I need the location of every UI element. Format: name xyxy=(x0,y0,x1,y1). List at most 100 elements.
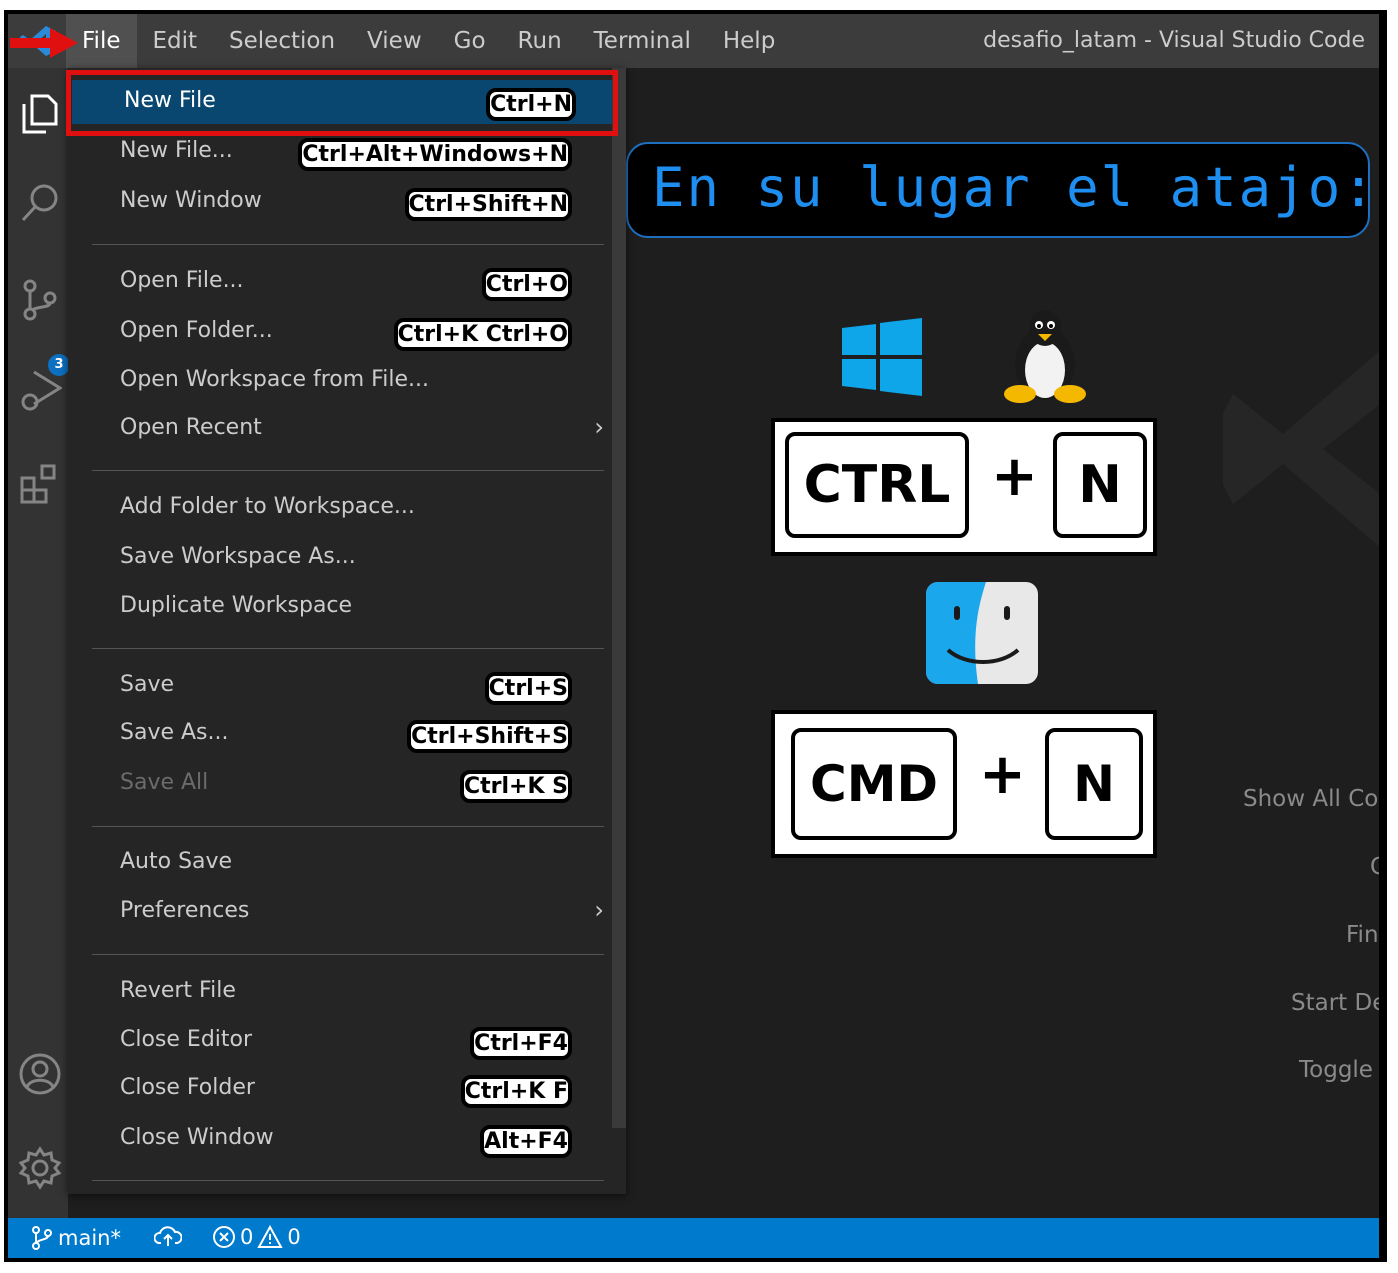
linux-penguin-icon xyxy=(1004,310,1086,403)
menu-item-label: Duplicate Workspace xyxy=(120,593,353,618)
menu-separator xyxy=(92,470,604,471)
menu-run[interactable]: Run xyxy=(502,14,578,68)
menu-item-shortcut: Ctrl+O xyxy=(481,268,572,301)
menu-item-label: Close Editor xyxy=(120,1027,253,1052)
menu-duplicate-workspace[interactable]: Duplicate Workspace xyxy=(68,585,608,629)
n-key: N xyxy=(1053,432,1147,538)
menu-close-folder[interactable]: Close Folder Ctrl+K F xyxy=(68,1067,608,1111)
branch-indicator[interactable]: main* xyxy=(30,1225,121,1251)
menu-edit[interactable]: Edit xyxy=(137,14,214,68)
menu-save[interactable]: Save Ctrl+S xyxy=(68,664,608,708)
new-file-highlight xyxy=(66,70,618,136)
menu-close-editor[interactable]: Close Editor Ctrl+F4 xyxy=(68,1019,608,1063)
menu-item-label: Open Recent xyxy=(120,415,262,440)
menu-item-label: Close Window xyxy=(120,1125,274,1150)
activity-bar: 3 xyxy=(8,68,70,1218)
git-branch-icon xyxy=(32,1226,52,1250)
menu-item-shortcut: Ctrl+F4 xyxy=(470,1027,572,1060)
menu-help[interactable]: Help xyxy=(707,14,791,68)
menu-add-folder[interactable]: Add Folder to Workspace... xyxy=(68,486,608,530)
cmd-key: CMD xyxy=(791,728,957,840)
menu-item-shortcut: Ctrl+Alt+Windows+N xyxy=(298,138,572,171)
run-debug-icon[interactable] xyxy=(18,368,62,412)
menu-view[interactable]: View xyxy=(351,14,438,68)
menu-preferences[interactable]: Preferences › xyxy=(68,890,608,934)
menu-item-label: Revert File xyxy=(120,978,236,1003)
menu-item-label: Preferences xyxy=(120,898,250,923)
menu-open-folder[interactable]: Open Folder... Ctrl+K Ctrl+O xyxy=(68,310,608,354)
menu-separator xyxy=(92,954,604,955)
menu-save-workspace-as[interactable]: Save Workspace As... xyxy=(68,536,608,580)
red-arrow-annotation xyxy=(10,28,78,58)
menu-item-label: New File... xyxy=(120,138,233,163)
menu-item-shortcut: Ctrl+S xyxy=(484,672,572,705)
menu-new-file-dots[interactable]: New File... Ctrl+Alt+Windows+N xyxy=(68,130,608,174)
welcome-toggle[interactable]: Toggle xyxy=(1299,1057,1373,1083)
menu-item-label: Open Workspace from File... xyxy=(120,367,429,392)
warning-icon xyxy=(257,1225,284,1248)
menu-item-label: Save As... xyxy=(120,720,229,745)
vscode-window: File Edit Selection View Go Run Terminal… xyxy=(8,14,1379,1258)
menu-item-label: Save xyxy=(120,672,175,697)
menu-separator xyxy=(92,244,604,245)
menu-auto-save[interactable]: Auto Save xyxy=(68,841,608,885)
menu-separator xyxy=(92,648,604,649)
menu-open-workspace[interactable]: Open Workspace from File... xyxy=(68,359,608,403)
menu-open-recent[interactable]: Open Recent › xyxy=(68,407,608,451)
menu-terminal[interactable]: Terminal xyxy=(578,14,707,68)
welcome-start-debug[interactable]: Start De xyxy=(1291,990,1379,1016)
ctrl-n-shortcut: CTRL + N xyxy=(771,418,1157,556)
error-icon xyxy=(213,1226,235,1248)
menu-open-file[interactable]: Open File... Ctrl+O xyxy=(68,260,608,304)
chevron-right-icon: › xyxy=(594,896,604,924)
sync-button[interactable] xyxy=(154,1225,182,1247)
menu-new-window[interactable]: New Window Ctrl+Shift+N xyxy=(68,180,608,224)
menu-bar: File Edit Selection View Go Run Terminal… xyxy=(66,14,791,68)
welcome-show-all-commands[interactable]: Show All Co xyxy=(1243,786,1378,812)
gear-icon[interactable] xyxy=(18,1146,62,1190)
warning-count: 0 xyxy=(287,1225,301,1249)
menu-revert-file[interactable]: Revert File xyxy=(68,970,608,1014)
menu-item-label: Open File... xyxy=(120,268,244,293)
menu-close-window[interactable]: Close Window Alt+F4 xyxy=(68,1117,608,1161)
vscode-watermark-icon xyxy=(1223,351,1379,547)
callout-text: En su lugar el atajo: xyxy=(652,156,1377,219)
shortcut-callout: En su lugar el atajo: xyxy=(626,142,1375,238)
welcome-find[interactable]: Fin xyxy=(1346,922,1379,948)
chevron-right-icon: › xyxy=(594,413,604,441)
mac-finder-icon xyxy=(926,582,1038,684)
cloud-upload-icon xyxy=(154,1226,182,1246)
menu-item-shortcut: Ctrl+Shift+S xyxy=(407,720,572,753)
extensions-icon[interactable] xyxy=(18,462,62,506)
menu-item-shortcut: Ctrl+K F xyxy=(460,1075,572,1108)
menu-scrollbar[interactable] xyxy=(612,68,626,1128)
plus-sign: + xyxy=(991,444,1038,509)
menu-save-all: Save All Ctrl+K S xyxy=(68,762,608,806)
menu-item-label: Open Folder... xyxy=(120,318,273,343)
menu-item-label: New Window xyxy=(120,188,262,213)
menu-item-shortcut: Ctrl+K S xyxy=(459,770,572,803)
menu-item-label: Save Workspace As... xyxy=(120,544,356,569)
welcome-open[interactable]: O xyxy=(1370,854,1379,880)
problems-indicator[interactable]: 0 0 xyxy=(212,1225,301,1249)
menu-save-as[interactable]: Save As... Ctrl+Shift+S xyxy=(68,712,608,756)
source-control-icon[interactable] xyxy=(18,278,62,322)
menu-item-label: Close Folder xyxy=(120,1075,255,1100)
explorer-icon[interactable] xyxy=(18,90,62,134)
n-key-mac: N xyxy=(1045,728,1143,840)
menu-item-label: Auto Save xyxy=(120,849,233,874)
menu-selection[interactable]: Selection xyxy=(213,14,351,68)
accounts-icon[interactable] xyxy=(18,1052,62,1096)
branch-name: main* xyxy=(58,1226,121,1250)
menu-item-shortcut: Ctrl+K Ctrl+O xyxy=(393,318,572,351)
window-title: desafio_latam - Visual Studio Code xyxy=(983,28,1365,53)
error-count: 0 xyxy=(240,1225,254,1249)
status-bar: main* 0 0 xyxy=(8,1218,1379,1258)
menu-separator xyxy=(92,826,604,827)
plus-sign-mac: + xyxy=(979,742,1026,807)
search-icon[interactable] xyxy=(18,180,62,224)
menu-go[interactable]: Go xyxy=(438,14,502,68)
menu-item-shortcut: Ctrl+Shift+N xyxy=(404,188,572,221)
file-menu-dropdown: New File Ctrl+N New File... Ctrl+Alt+Win… xyxy=(68,68,626,1194)
ctrl-key: CTRL xyxy=(785,432,969,538)
